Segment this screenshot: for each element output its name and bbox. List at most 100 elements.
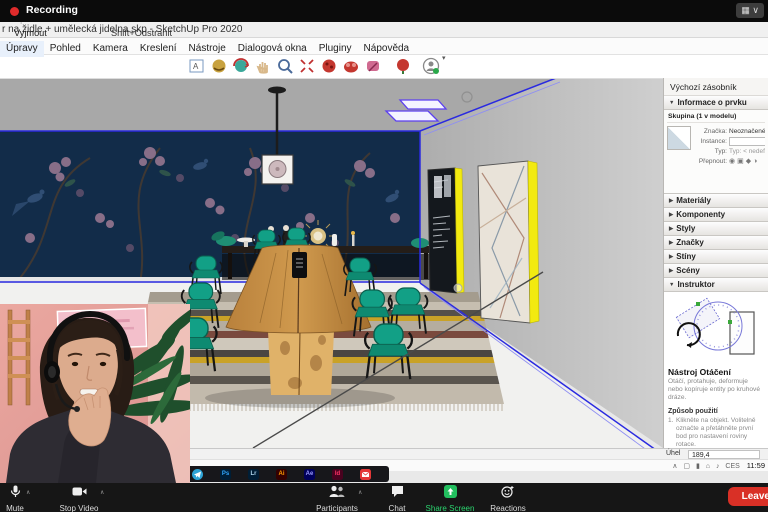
menu-pluginy[interactable]: Pluginy — [313, 41, 358, 57]
recording-label: Recording — [26, 4, 78, 16]
angle-value-box[interactable]: 189,4 — [688, 450, 760, 459]
section-styles[interactable]: ▶Styly — [664, 222, 768, 236]
zoom-top-bar: Recording ▦ ∨ — [0, 0, 768, 22]
keyboard-layout[interactable]: CES — [725, 463, 739, 470]
menu-kamera[interactable]: Kamera — [87, 41, 134, 57]
camera-icon — [72, 485, 87, 498]
chat-button[interactable]: Chat — [376, 485, 418, 512]
receive-shadows-icon[interactable]: ◆ — [746, 157, 751, 167]
menu-pohled[interactable]: Pohled — [44, 41, 87, 57]
chevron-down-icon: ▼ — [669, 282, 674, 288]
screen: r na židle + umělecká jidelna.skp - Sket… — [0, 0, 768, 512]
ceiling-light — [386, 111, 438, 121]
share-screen-icon — [444, 485, 457, 498]
orbit-gold-icon[interactable] — [210, 57, 228, 75]
text-style-icon[interactable]: A — [188, 57, 206, 75]
chat-icon — [391, 485, 404, 498]
section-instructor[interactable]: ▼Instruktor — [664, 278, 768, 292]
visible-eye-icon[interactable]: ◉ — [729, 157, 735, 167]
zoom-extents-icon[interactable] — [298, 57, 316, 75]
instructor-body: Nástroj Otáčení Otáčí, protahuje, deform… — [664, 292, 768, 448]
indesign-icon[interactable]: Id — [332, 469, 343, 480]
mute-button[interactable]: ∧ Mute — [0, 485, 38, 512]
share-screen-button[interactable]: Share Screen — [421, 485, 479, 512]
rotate-tool-diagram — [668, 294, 764, 360]
user-avatar-icon[interactable] — [422, 57, 440, 75]
illustrator-icon[interactable]: Ai — [276, 469, 287, 480]
section-shadows[interactable]: ▶Stíny — [664, 250, 768, 264]
section-materials[interactable]: ▶Materiály — [664, 194, 768, 208]
chevron-right-icon: ▶ — [669, 240, 673, 246]
type-value[interactable]: Typ: < nedefinovaný > — [729, 148, 765, 155]
participants-icon — [329, 485, 345, 498]
table-vase — [292, 252, 307, 278]
wall-frame-2 — [478, 161, 539, 323]
chevron-right-icon: ▶ — [669, 226, 673, 232]
selection-label: Skupina (1 v modelu) — [667, 112, 765, 123]
pan-hand-icon[interactable] — [254, 57, 272, 75]
volume-icon[interactable]: ▮ — [696, 463, 700, 470]
menu-nastroje[interactable]: Nástroje — [183, 41, 232, 57]
plugin-red-2-icon[interactable] — [342, 57, 360, 75]
svg-text:A: A — [193, 62, 199, 71]
menu-upravy[interactable]: Úpravy — [0, 41, 44, 57]
section-entity-info[interactable]: ▼Informace o prvku — [664, 96, 768, 110]
after-effects-icon[interactable]: Ae — [304, 469, 315, 480]
telegram-icon[interactable] — [192, 469, 203, 480]
entity-thumbnail — [667, 126, 691, 150]
zoom-toolbar: ∧ Mute ∧ Stop Video ∧ Participants Chat … — [0, 483, 768, 512]
participants-button[interactable]: ∧ Participants — [308, 485, 366, 512]
menu-dialogova-okna[interactable]: Dialogová okna — [232, 41, 313, 57]
menu-napoveda[interactable]: Nápověda — [358, 41, 416, 57]
display-icon[interactable]: ⌂ — [706, 463, 710, 470]
leave-button[interactable]: Leave — [728, 487, 768, 506]
menu-kresleni[interactable]: Kreslení — [134, 41, 183, 57]
reactions-button[interactable]: Reactions — [482, 485, 534, 512]
webcam-video — [0, 304, 190, 483]
reactions-icon — [501, 485, 515, 498]
cast-shadows-icon[interactable]: ◑ — [753, 157, 757, 167]
tool-description: Otáčí, protahuje, deformuje nebo kopíruj… — [668, 378, 764, 403]
chevron-right-icon: ▶ — [669, 268, 673, 274]
usage-step: 1.Klikněte na objekt. Volitelně označte … — [668, 417, 764, 448]
view-options-button[interactable]: ▦ ∨ — [736, 3, 764, 18]
microphone-icon — [9, 485, 22, 498]
plugin-red-1-icon[interactable] — [320, 57, 338, 75]
entity-info-body: Skupina (1 v modelu) Značka:Neoznačené I… — [664, 110, 768, 194]
chevron-right-icon: ▶ — [669, 212, 673, 218]
window-icon[interactable]: ▢ — [683, 463, 690, 470]
menubar: ÚpravyPohledKameraKresleníNástrojeDialog… — [0, 38, 768, 55]
stop-video-button[interactable]: ∧ Stop Video — [48, 485, 110, 512]
ceiling-light — [400, 100, 446, 109]
usage-title: Způsob použití — [668, 408, 764, 415]
sound-icon[interactable]: ♪ — [716, 463, 720, 470]
mail-icon[interactable] — [360, 469, 371, 480]
lightroom-icon[interactable]: Lr — [248, 469, 259, 480]
plugin-red-4-icon[interactable] — [394, 57, 412, 75]
section-scenes[interactable]: ▶Scény — [664, 264, 768, 278]
clock: 11:59 — [747, 461, 765, 470]
photoshop-icon[interactable]: Ps — [220, 469, 231, 480]
chevron-right-icon: ▶ — [669, 198, 673, 204]
chevron-up-icon[interactable]: ∧ — [358, 489, 362, 496]
zoom-icon[interactable] — [276, 57, 294, 75]
dock: Ps Lr Ai Ae Id — [187, 466, 389, 482]
recording-dot-icon — [10, 7, 19, 16]
chevron-up-icon[interactable]: ∧ — [100, 489, 104, 496]
instance-input[interactable] — [729, 137, 765, 146]
wall-frame-1 — [428, 168, 464, 293]
chevron-up-icon[interactable]: ∧ — [26, 489, 30, 496]
section-tags[interactable]: ▶Značky — [664, 236, 768, 250]
instance-lock-icon[interactable]: ▣ — [737, 157, 744, 167]
toolbar: A▾ — [0, 54, 768, 79]
plugin-red-3-icon[interactable] — [364, 57, 382, 75]
angle-label: Úhel — [666, 450, 680, 457]
orbit-icon[interactable] — [232, 57, 250, 75]
avatar-dropdown-icon[interactable]: ▾ — [442, 55, 446, 62]
chevron-down-icon: ▼ — [669, 100, 674, 106]
tool-title: Nástroj Otáčení — [668, 367, 764, 377]
section-components[interactable]: ▶Komponenty — [664, 208, 768, 222]
tray-title: Výchozí zásobník — [664, 78, 768, 96]
chevron-up-icon[interactable]: ∧ — [672, 463, 677, 470]
tag-value[interactable]: Neoznačené — [729, 128, 765, 135]
